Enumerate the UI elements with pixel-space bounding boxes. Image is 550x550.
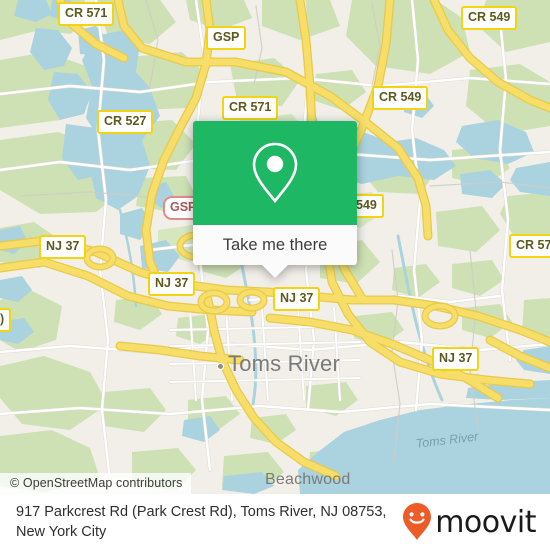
road-shield-cr571-n[interactable]: CR 571 xyxy=(222,96,279,120)
road-shield-cr527-w[interactable]: CR 527 xyxy=(97,110,154,134)
map-canvas[interactable]: .land{fill:#f2efe9} .grn{fill:#cde1b4} .… xyxy=(0,0,550,494)
road-shield-nj37-mid[interactable]: NJ 37 xyxy=(273,287,321,311)
road-shield-cr549-e[interactable]: CR 549 xyxy=(372,86,429,110)
map-pin-icon xyxy=(252,142,298,204)
take-me-there-button[interactable]: Take me there xyxy=(193,225,357,265)
moovit-wordmark: moovit xyxy=(435,504,536,540)
callout-icon-panel xyxy=(193,121,357,225)
road-shield-nj37-wmid[interactable]: NJ 37 xyxy=(148,272,196,296)
osm-attribution[interactable]: © OpenStreetMap contributors xyxy=(0,473,191,494)
footer-bar: 917 Parkcrest Rd (Park Crest Rd), Toms R… xyxy=(0,494,550,550)
moovit-logo[interactable]: moovit xyxy=(401,502,536,542)
callout-tail xyxy=(262,265,288,278)
map-screenshot-root: .land{fill:#f2efe9} .grn{fill:#cde1b4} .… xyxy=(0,0,550,550)
road-shield-gsp-n[interactable]: GSP xyxy=(206,26,247,50)
road-shield-cr571-e[interactable]: CR 571 xyxy=(509,234,550,258)
road-shield-cr549-ne[interactable]: CR 549 xyxy=(461,6,518,30)
road-shield-clipped-left[interactable]: 2) xyxy=(0,308,12,332)
moovit-pin-smile-icon xyxy=(403,503,432,540)
road-shield-nj37-w[interactable]: NJ 37 xyxy=(39,235,87,259)
place-label-toms-river: Toms River xyxy=(228,351,341,376)
city-marker-dot xyxy=(217,363,224,370)
road-shield-nj37-e[interactable]: NJ 37 xyxy=(432,347,480,371)
address-text: 917 Parkcrest Rd (Park Crest Rd), Toms R… xyxy=(16,502,401,542)
address-line-1: 917 Parkcrest Rd (Park Crest Rd), Toms R… xyxy=(16,504,339,520)
road-shield-cr571-nw[interactable]: CR 571 xyxy=(58,2,115,26)
place-label-beachwood: Beachwood xyxy=(265,471,351,488)
take-me-there-label: Take me there xyxy=(222,235,328,254)
destination-callout-card[interactable]: Take me there xyxy=(193,121,357,278)
